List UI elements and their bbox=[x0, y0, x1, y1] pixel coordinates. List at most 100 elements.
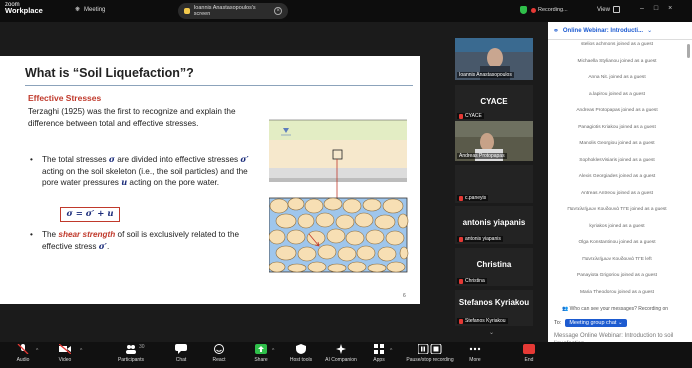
grid-view-icon bbox=[612, 6, 620, 13]
intro-paragraph: Terzaghi (1925) was the first to recogni… bbox=[28, 107, 236, 128]
host-tools-label: Host tools bbox=[289, 357, 313, 363]
bullet1-text-b: are divided into effective stresses bbox=[114, 155, 241, 164]
chat-bubble-icon bbox=[175, 344, 187, 354]
participant-name: Christina bbox=[457, 278, 487, 284]
share-text: Ioannis Anastasopoulos's screen bbox=[193, 5, 256, 17]
maximize-icon[interactable]: □ bbox=[654, 5, 658, 12]
slide-title: What is “Soil Liquefaction”? bbox=[25, 66, 194, 80]
saturated-soil-layer bbox=[269, 168, 407, 178]
share-options-caret[interactable]: ^ bbox=[272, 348, 274, 354]
react-button[interactable]: React bbox=[196, 344, 242, 363]
chat-title[interactable]: Online Webinar: Introducti... bbox=[563, 28, 643, 34]
participant-tile[interactable]: antonis yiapanis antonis yiapanis bbox=[455, 206, 533, 244]
audio-options-caret[interactable]: ^ bbox=[36, 348, 38, 354]
dry-soil-layer bbox=[269, 140, 407, 168]
chat-icon: ⚭ bbox=[553, 27, 559, 35]
top-right-status: Recording... bbox=[520, 6, 568, 14]
privacy-text: Who can see your messages? Recording on bbox=[569, 306, 669, 312]
soil-diagram bbox=[269, 119, 409, 273]
close-window-icon[interactable]: × bbox=[668, 5, 672, 12]
smile-icon bbox=[214, 344, 224, 354]
recording-indicator[interactable]: Recording... bbox=[531, 7, 568, 13]
chat-system-message: Antreas Antreou joined as a guest bbox=[580, 190, 653, 196]
ai-label: AI Companion bbox=[325, 357, 357, 363]
mic-muted-icon bbox=[459, 236, 463, 242]
chat-scrollbar[interactable] bbox=[687, 44, 690, 58]
video-options-caret[interactable]: ^ bbox=[80, 348, 82, 354]
audio-button[interactable]: Audio bbox=[0, 344, 46, 363]
close-icon[interactable]: × bbox=[274, 7, 283, 15]
participant-tile[interactable]: Christina Christina bbox=[455, 248, 533, 286]
view-label: View bbox=[597, 6, 610, 13]
to-label: To: bbox=[554, 320, 562, 326]
participant-tile[interactable]: Ioannis Anastasopoulos bbox=[455, 38, 533, 80]
share-label: Share bbox=[254, 357, 268, 363]
end-call-icon bbox=[523, 344, 535, 354]
audio-label: Audio bbox=[16, 357, 30, 363]
participant-name: CYACE bbox=[457, 113, 484, 119]
participants-icon bbox=[126, 345, 136, 354]
recipient-row: To: Meeting group chat ⌄ bbox=[554, 319, 627, 327]
share-status-icon bbox=[184, 8, 190, 14]
name-text: Ioannis Anastasopoulos bbox=[459, 72, 512, 78]
chat-system-message: stelios achmons joined as a guest bbox=[581, 42, 653, 47]
chat-system-message: Maria Theodorou joined as a guest bbox=[579, 289, 655, 295]
chat-system-message: SophoklesVisiaris joined as a guest bbox=[579, 157, 655, 163]
participant-tile[interactable]: CYACE CYACE bbox=[455, 85, 533, 121]
mic-muted-icon bbox=[459, 278, 463, 284]
apps-label: Apps bbox=[373, 357, 385, 363]
pause-stop-recording-button[interactable]: Pause/stop recording bbox=[400, 344, 460, 363]
zoom-window: zoom Workplace ❋ Meeting Ioannis Anastas… bbox=[0, 0, 692, 368]
participant-name: Ioannis Anastasopoulos bbox=[457, 72, 514, 78]
people-icon: 👥 bbox=[562, 306, 570, 312]
chevron-down-icon[interactable]: ⌄ bbox=[647, 27, 652, 34]
name-text: Christina bbox=[465, 278, 485, 284]
minimize-icon[interactable]: – bbox=[640, 5, 644, 12]
shared-slide: What is “Soil Liquefaction”? Effective S… bbox=[0, 56, 420, 304]
bullet2-text-c: . bbox=[106, 241, 110, 251]
video-off-icon bbox=[59, 344, 71, 354]
participant-name: antonis yiapanis bbox=[457, 236, 503, 242]
meeting-tab[interactable]: ❋ Meeting bbox=[75, 6, 105, 14]
privacy-note[interactable]: 👥 Who can see your messages? Recording o… bbox=[562, 306, 668, 312]
chat-system-message: kyriakos joined as a guest bbox=[589, 223, 645, 229]
participant-tile[interactable]: Stefanos Kyriakou Stefanos Kyriakou bbox=[455, 290, 533, 326]
name-text: antonis yiapanis bbox=[465, 236, 501, 242]
top-bar: zoom Workplace ❋ Meeting Ioannis Anastas… bbox=[0, 0, 692, 22]
recipient-dropdown[interactable]: Meeting group chat ⌄ bbox=[565, 319, 627, 327]
apps-icon bbox=[374, 344, 384, 354]
paw-icon: ❋ bbox=[75, 7, 81, 13]
chat-system-message: Panagiotis Kriakou joined as a guest bbox=[578, 124, 656, 130]
share-screen-icon bbox=[255, 344, 267, 354]
apps-options-caret[interactable]: ^ bbox=[390, 348, 392, 354]
participants-button[interactable]: Participants bbox=[108, 344, 154, 363]
ellipsis-icon bbox=[469, 347, 481, 351]
participants-label: Participants bbox=[117, 357, 145, 363]
participant-tile[interactable]: c.paneyis bbox=[455, 165, 533, 203]
title-underline bbox=[25, 85, 413, 86]
zoom-logo: zoom Workplace bbox=[5, 2, 43, 14]
bullet1-text-a: The total stresses bbox=[42, 155, 109, 164]
sigma-prime-symbol: σ′ bbox=[240, 154, 249, 164]
bullet-shear-strength: The shear strength of soil is exclusivel… bbox=[30, 229, 260, 252]
participant-tile[interactable]: Andreas Protopapas bbox=[455, 121, 533, 161]
apps-button[interactable]: Apps bbox=[356, 344, 402, 363]
security-shield-icon bbox=[520, 6, 527, 14]
slide-page-number: 6 bbox=[403, 293, 406, 299]
end-button[interactable]: End bbox=[514, 344, 544, 366]
name-text: c.paneyis bbox=[465, 195, 487, 201]
name-text: Andreas Protopapas bbox=[459, 153, 505, 159]
screen-share-indicator[interactable]: Ioannis Anastasopoulos's screen × bbox=[178, 3, 288, 19]
gallery-scroll-down-icon[interactable]: ⌄ bbox=[489, 329, 494, 336]
recording-label: Recording... bbox=[538, 7, 568, 13]
chat-system-message: Παντελεήμων Κουδουνά ΤΓΕ joined as a gue… bbox=[567, 207, 667, 212]
view-button[interactable]: View bbox=[597, 6, 620, 13]
mic-muted-icon bbox=[459, 113, 463, 119]
chat-panel: ⚭ Online Webinar: Introducti... ⌄ stelio… bbox=[548, 22, 692, 348]
chat-system-message: a.lapirou joined as a guest bbox=[588, 91, 645, 97]
participant-count: 30 bbox=[139, 344, 145, 350]
chat-messages: stelios achmons joined as a guest Michael… bbox=[548, 42, 686, 302]
more-button[interactable]: More bbox=[452, 344, 498, 363]
chat-system-message: Παντελεήμων Κουδουνά ΤΓΕ left bbox=[582, 256, 652, 262]
slide-subtitle: Effective Stresses bbox=[28, 93, 102, 103]
